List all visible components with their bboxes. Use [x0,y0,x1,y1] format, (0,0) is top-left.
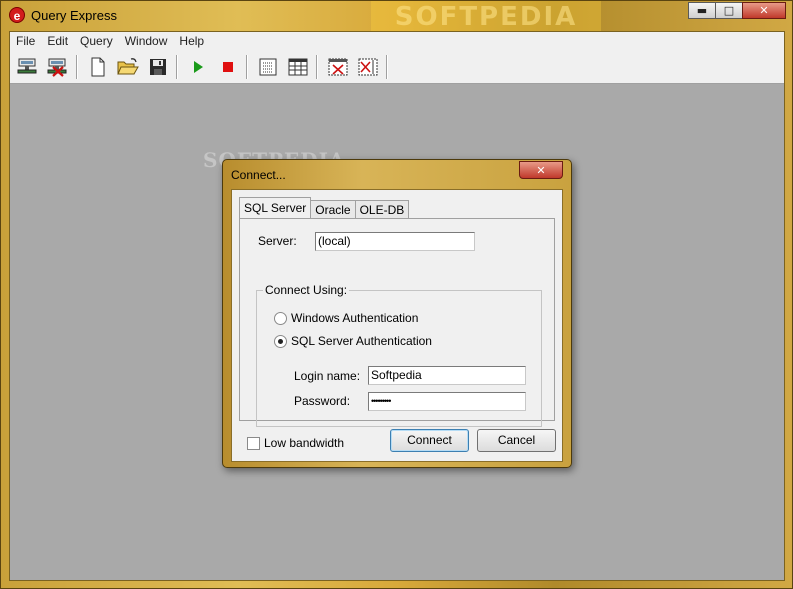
hide-browser-button[interactable] [356,55,380,79]
connect-using-label: Connect Using: [263,283,350,297]
dialog-body: SQL Server Oracle OLE-DB Server: (local)… [231,189,563,462]
save-icon [150,59,166,75]
results-grid-icon [288,58,308,76]
new-file-icon [91,57,105,77]
login-name-label: Login name: [294,369,361,383]
dialog-close-button[interactable]: ✕ [519,161,563,179]
toolbar-separator [246,55,248,79]
menu-help[interactable]: Help [173,32,210,51]
run-icon [194,61,203,73]
sql-auth-radio[interactable] [274,335,287,348]
window-title: Query Express [31,8,117,23]
tab-ole-db[interactable]: OLE-DB [354,200,410,218]
sql-auth-label: SQL Server Authentication [291,334,432,348]
minimize-button[interactable]: ▬ [688,2,716,19]
toolbar [10,51,784,84]
menu-bar: File Edit Query Window Help [10,32,784,51]
toolbar-separator [316,55,318,79]
stop-icon [223,62,233,72]
maximize-button[interactable]: □ [715,2,743,19]
tab-sql-server[interactable]: SQL Server [239,197,312,218]
connect-button[interactable]: Connect [390,429,469,452]
results-text-icon [259,58,277,76]
login-name-input[interactable]: Softpedia [368,366,526,385]
new-file-button[interactable] [86,55,110,79]
app-icon: e [9,7,25,23]
cancel-button[interactable]: Cancel [477,429,556,452]
low-bandwidth-checkbox[interactable] [247,437,260,450]
hide-browser-icon [358,58,378,76]
close-button[interactable]: ✕ [742,2,786,19]
hide-results-icon [328,58,348,76]
menu-file[interactable]: File [10,32,41,51]
main-window: e Query Express SOFTPEDIA ▬ □ ✕ File Edi… [0,0,793,589]
toolbar-separator [386,55,388,79]
server-input[interactable]: (local) [315,232,475,251]
menu-edit[interactable]: Edit [41,32,74,51]
disconnect-button[interactable] [46,55,70,79]
connect-icon [17,58,37,74]
server-label: Server: [258,234,297,248]
windows-auth-radio[interactable] [274,312,287,325]
windows-auth-label: Windows Authentication [291,311,419,325]
radio-selected-dot [278,339,283,344]
toolbar-separator [76,55,78,79]
connect-button[interactable] [16,55,40,79]
softpedia-banner: SOFTPEDIA [371,1,601,32]
toolbar-separator [176,55,178,79]
hide-results-button[interactable] [326,55,350,79]
save-button[interactable] [146,55,170,79]
dialog-title: Connect... [231,168,286,182]
title-bar[interactable]: e Query Express SOFTPEDIA ▬ □ ✕ [1,1,792,32]
menu-window[interactable]: Window [119,32,174,51]
tab-strip: SQL Server Oracle OLE-DB [239,197,410,218]
menu-query[interactable]: Query [74,32,119,51]
results-text-button[interactable] [256,55,280,79]
caption-buttons: ▬ □ ✕ [688,2,786,19]
run-button[interactable] [186,55,210,79]
results-grid-button[interactable] [286,55,310,79]
low-bandwidth-label: Low bandwidth [264,436,345,450]
open-button[interactable] [116,55,140,79]
connect-using-group: Connect Using: Windows Authentication SQ… [256,283,542,427]
stop-button[interactable] [216,55,240,79]
password-label: Password: [294,394,351,408]
password-input[interactable]: ••••••••• [368,392,526,411]
open-folder-icon [117,58,139,75]
tab-oracle[interactable]: Oracle [310,200,356,218]
disconnect-icon [47,58,67,77]
connect-dialog: Connect... ✕ SQL Server Oracle OLE-DB Se… [222,159,572,468]
tab-panel: Server: (local) Connect Using: Windows A… [239,218,555,427]
